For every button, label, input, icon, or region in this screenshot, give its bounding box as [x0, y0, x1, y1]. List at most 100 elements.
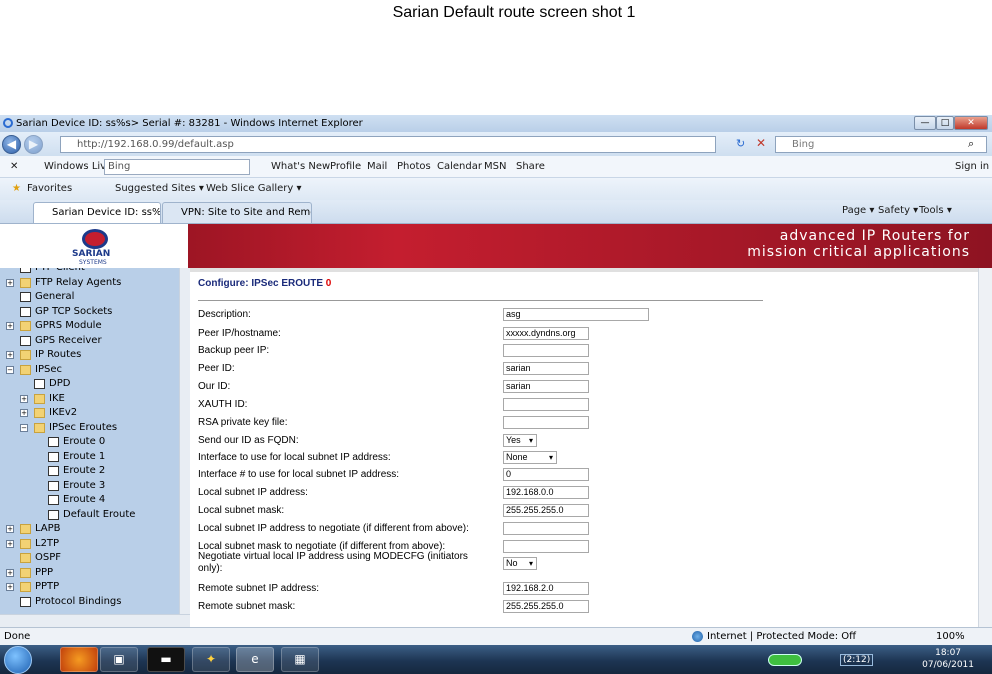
tree-item[interactable]: + FTP Relay Agents [0, 276, 178, 290]
tree-item[interactable]: − IPSec [0, 363, 178, 377]
expand-icon[interactable]: + [6, 278, 14, 287]
tab-sarian[interactable]: Sarian Device ID: ss%s>... [33, 202, 161, 223]
field-input[interactable] [503, 398, 589, 411]
command-prompt-icon[interactable]: ▬ [147, 647, 185, 672]
field-input[interactable] [503, 416, 589, 429]
tree-item[interactable]: + IKE [0, 392, 178, 406]
wl-link-photos[interactable]: Photos [397, 161, 431, 172]
field-input[interactable]: 0 [503, 468, 589, 481]
collapse-icon[interactable]: − [20, 423, 28, 432]
forward-icon[interactable]: ▶ [24, 135, 43, 154]
tree-item-label: Eroute 1 [63, 450, 106, 462]
app-star-icon[interactable]: ✦ [192, 647, 230, 672]
clock[interactable]: 18:07 07/06/2011 [922, 647, 974, 671]
favorites-button[interactable]: Favorites [27, 183, 72, 194]
field-input[interactable]: 192.168.2.0 [503, 582, 589, 595]
wl-link-msn[interactable]: MSN [484, 161, 506, 172]
sign-in-link[interactable]: Sign in [955, 161, 989, 172]
tree-item[interactable]: + IKEv2 [0, 406, 178, 420]
tagline-line-2: mission critical applications [747, 244, 970, 260]
safety-menu[interactable]: Safety ▾ [878, 205, 918, 216]
tree-item[interactable]: General [0, 290, 178, 304]
tree-item-label: Default Eroute [63, 508, 136, 520]
field-select[interactable]: No [503, 557, 537, 570]
search-input[interactable]: Bing [775, 136, 987, 153]
minimize-button[interactable]: — [914, 116, 936, 130]
tree-item[interactable]: GP TCP Sockets [0, 305, 178, 319]
tree-item[interactable]: FTP Client [0, 268, 178, 275]
field-input[interactable]: 255.255.255.0 [503, 600, 589, 613]
favorites-star-icon[interactable]: ★ [12, 183, 21, 194]
field-input[interactable] [503, 522, 589, 535]
search-icon[interactable]: ⌕ [968, 137, 974, 151]
tree-item[interactable]: OSPF [0, 551, 178, 565]
field-input[interactable]: asg [503, 308, 649, 321]
nav-tree-hscrollbar[interactable] [0, 614, 190, 627]
nav-tree-scrollbar[interactable] [179, 268, 190, 614]
tree-item[interactable]: Protocol Bindings [0, 595, 178, 609]
field-input[interactable]: sarian [503, 380, 589, 393]
generic-app-icon[interactable]: ▦ [281, 647, 319, 672]
close-button[interactable]: ✕ [954, 116, 988, 130]
expand-icon[interactable]: + [6, 351, 14, 359]
tools-menu[interactable]: Tools ▾ [919, 205, 952, 216]
suggested-sites-link[interactable]: Suggested Sites ▾ [115, 183, 204, 194]
tree-item[interactable]: + LAPB [0, 522, 178, 536]
field-select[interactable]: None [503, 451, 557, 464]
expand-icon[interactable]: + [6, 525, 14, 533]
wl-link-profile[interactable]: Profile [330, 161, 361, 172]
tree-item[interactable]: + GPRS Module [0, 319, 178, 333]
expand-icon[interactable]: + [20, 394, 28, 403]
tree-item[interactable]: Eroute 0 [0, 435, 178, 449]
remote-desktop-icon[interactable]: ▣ [100, 647, 138, 672]
tree-item[interactable]: DPD [0, 377, 178, 391]
expand-icon[interactable]: + [6, 322, 14, 330]
security-zone[interactable]: Internet | Protected Mode: Off [707, 628, 856, 645]
tree-item[interactable]: Eroute 3 [0, 479, 178, 493]
refresh-icon[interactable]: ↻ [736, 137, 745, 150]
bing-search-input[interactable]: Bing [104, 159, 250, 175]
wl-link-share[interactable]: Share [516, 161, 545, 172]
firefox-icon[interactable] [60, 647, 98, 672]
tree-item[interactable]: Eroute 1 [0, 450, 178, 464]
wl-link-whats-new[interactable]: What's New [271, 161, 330, 172]
internet-explorer-icon[interactable]: e [236, 647, 274, 672]
toolbar-close-icon[interactable]: ✕ [10, 161, 18, 172]
expand-icon[interactable]: + [6, 568, 14, 577]
main-scrollbar[interactable] [978, 268, 992, 627]
field-label: RSA private key file: [198, 417, 288, 428]
web-slice-gallery-link[interactable]: Web Slice Gallery ▾ [206, 183, 302, 194]
field-input[interactable]: xxxxx.dyndns.org [503, 327, 589, 340]
tree-item[interactable]: + PPTP [0, 580, 178, 594]
back-icon[interactable]: ◀ [2, 135, 21, 154]
maximize-button[interactable]: □ [936, 116, 954, 130]
stop-icon[interactable]: ✕ [756, 136, 766, 150]
page-menu[interactable]: Page ▾ [842, 205, 874, 216]
field-input[interactable] [503, 344, 589, 357]
tree-item[interactable]: − IPSec Eroutes [0, 421, 178, 435]
expand-icon[interactable]: + [6, 583, 14, 591]
wl-link-calendar[interactable]: Calendar [437, 161, 482, 172]
collapse-icon[interactable]: − [6, 365, 14, 374]
tree-item[interactable]: Eroute 2 [0, 464, 178, 478]
field-input[interactable] [503, 540, 589, 553]
zoom-level[interactable]: 100% [936, 628, 965, 645]
field-input[interactable]: 192.168.0.0 [503, 486, 589, 499]
tree-item[interactable]: + L2TP [0, 537, 178, 551]
windows-live-label[interactable]: Windows Live [44, 161, 112, 172]
field-input[interactable]: sarian [503, 362, 589, 375]
address-input[interactable]: http://192.168.0.99/default.asp [60, 136, 716, 153]
expand-icon[interactable]: + [6, 539, 14, 548]
tree-item[interactable]: + IP Routes [0, 348, 178, 362]
wl-link-mail[interactable]: Mail [367, 161, 387, 172]
expand-icon[interactable]: + [20, 409, 28, 417]
tree-item-label: FTP Client [35, 268, 85, 275]
tree-item[interactable]: + PPP [0, 566, 178, 580]
tree-item[interactable]: Default Eroute [0, 508, 178, 522]
start-button[interactable] [4, 646, 32, 674]
tree-item[interactable]: Eroute 4 [0, 493, 178, 507]
field-select[interactable]: Yes [503, 434, 537, 447]
tree-item[interactable]: GPS Receiver [0, 334, 178, 348]
field-input[interactable]: 255.255.255.0 [503, 504, 589, 517]
tab-vpn[interactable]: VPN: Site to Site and Remo... [162, 202, 312, 223]
